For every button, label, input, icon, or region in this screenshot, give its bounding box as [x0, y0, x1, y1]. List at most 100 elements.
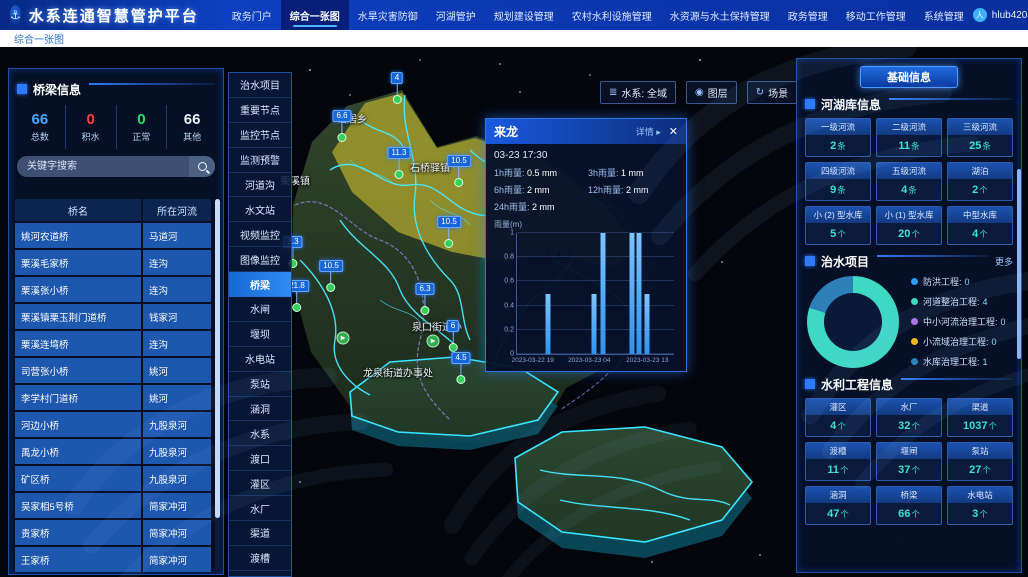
river-name-cell[interactable]: 姚河: [143, 358, 211, 383]
layer-item-水厂[interactable]: 水厂: [229, 496, 291, 521]
nav-item-9[interactable]: 移动工作管理: [837, 0, 915, 30]
bridge-name-cell[interactable]: 姚河农道桥: [15, 223, 141, 248]
table-row[interactable]: 栗溪张小桥连沟: [15, 277, 211, 302]
layer-item-图像监控[interactable]: 图像监控: [229, 247, 291, 272]
table-row[interactable]: 王家桥简家冲河: [15, 547, 211, 572]
river-name-cell[interactable]: 姚河: [143, 385, 211, 410]
card-label: 四级河流: [806, 163, 870, 179]
water-level-marker[interactable]: 4.5: [451, 352, 470, 384]
water-level-marker[interactable]: 6.6: [332, 110, 351, 142]
nav-item-2[interactable]: 综合一张图: [281, 0, 349, 30]
bridge-name-cell[interactable]: 栗溪毛家桥: [15, 250, 141, 275]
bridge-name-cell[interactable]: 吴家相5号桥: [15, 493, 141, 518]
river-name-cell[interactable]: 简家冲河: [143, 493, 211, 518]
layer-item-堰坝[interactable]: 堰坝: [229, 322, 291, 347]
table-row[interactable]: 司营张小桥姚河: [15, 358, 211, 383]
bridge-name-cell[interactable]: 王家桥: [15, 547, 141, 572]
map-control-水系: 全域[interactable]: ≣水系: 全域: [600, 81, 676, 104]
nav-item-3[interactable]: 水旱灾害防御: [349, 0, 427, 30]
river-name-cell[interactable]: 连沟: [143, 250, 211, 275]
layer-item-隧洞[interactable]: 隧洞: [229, 571, 291, 577]
layer-item-渡槽[interactable]: 渡槽: [229, 546, 291, 571]
search-button[interactable]: [189, 156, 215, 177]
bridge-name-cell[interactable]: 河边小桥: [15, 412, 141, 437]
nav-item-5[interactable]: 规划建设管理: [485, 0, 563, 30]
water-level-marker[interactable]: 10.5: [447, 155, 471, 187]
layer-item-涵洞[interactable]: 涵洞: [229, 397, 291, 422]
water-level-marker[interactable]: 6.3: [415, 283, 434, 315]
layer-item-渡口[interactable]: 渡口: [229, 446, 291, 471]
table-row[interactable]: 栗溪毛家桥连沟: [15, 250, 211, 275]
river-name-cell[interactable]: 简家冲河: [143, 547, 211, 572]
table-row[interactable]: 栗溪镇栗玉荆门道桥钱家河: [15, 304, 211, 329]
river-name-cell[interactable]: 九股泉河: [143, 439, 211, 464]
scrollbar-thumb[interactable]: [1017, 169, 1021, 359]
layer-item-视频监控[interactable]: 视频监控: [229, 222, 291, 247]
right-panel-scrollbar[interactable]: [1017, 99, 1021, 562]
bridge-table-scrollbar[interactable]: [215, 199, 220, 570]
river-name-cell[interactable]: 连沟: [143, 331, 211, 356]
table-row[interactable]: 栗溪连塆桥连沟: [15, 331, 211, 356]
layer-item-水电站[interactable]: 水电站: [229, 347, 291, 372]
layer-item-治水项目[interactable]: 治水项目: [229, 73, 291, 98]
river-name-cell[interactable]: 钱家河: [143, 304, 211, 329]
basic-info-badge[interactable]: 基础信息: [860, 66, 958, 88]
water-level-marker[interactable]: 10.5: [437, 216, 461, 248]
map-control-场景[interactable]: ↻场景: [747, 81, 797, 104]
layer-item-监控节点[interactable]: 监控节点: [229, 123, 291, 148]
layer-item-河道沟[interactable]: 河道沟: [229, 173, 291, 198]
scrollbar-thumb[interactable]: [215, 199, 220, 518]
table-row[interactable]: 矿区桥九股泉河: [15, 466, 211, 491]
nav-item-8[interactable]: 政务管理: [779, 0, 837, 30]
bridge-name-cell[interactable]: 栗溪张小桥: [15, 277, 141, 302]
search-input[interactable]: [17, 156, 189, 177]
project-more-link[interactable]: 更多: [995, 255, 1013, 268]
nav-item-1[interactable]: 政务门户: [223, 0, 281, 30]
table-row[interactable]: 禹龙小桥九股泉河: [15, 439, 211, 464]
layer-item-泵站[interactable]: 泵站: [229, 372, 291, 397]
bridge-name-cell[interactable]: 栗溪连塆桥: [15, 331, 141, 356]
layer-item-监测预警[interactable]: 监测预警: [229, 148, 291, 173]
bridge-name-cell[interactable]: 栗溪镇栗玉荆门道桥: [15, 304, 141, 329]
nav-item-6[interactable]: 农村水利设施管理: [563, 0, 661, 30]
bridge-name-cell[interactable]: 禹龙小桥: [15, 439, 141, 464]
river-name-cell[interactable]: 九股泉河: [143, 412, 211, 437]
layer-item-重要节点[interactable]: 重要节点: [229, 98, 291, 123]
user-menu[interactable]: 人 hlub42080261 ∨: [973, 8, 1028, 22]
popup-detail-link[interactable]: 详情 ▸: [636, 125, 661, 138]
bridge-name-cell[interactable]: 矿区桥: [15, 466, 141, 491]
water-level-marker[interactable]: 11.3: [388, 147, 411, 179]
layer-item-水文站[interactable]: 水文站: [229, 197, 291, 222]
river-name-cell[interactable]: 马道河: [143, 223, 211, 248]
river-name-cell[interactable]: 九股泉河: [143, 466, 211, 491]
river-name-cell[interactable]: 简家冲河: [143, 520, 211, 545]
layer-item-渠道[interactable]: 渠道: [229, 521, 291, 546]
close-icon[interactable]: ✕: [669, 125, 678, 138]
layer-item-灌区[interactable]: 灌区: [229, 471, 291, 496]
river-section-title: 河湖库信息: [821, 96, 881, 113]
camera-marker-icon[interactable]: ▶: [337, 332, 350, 345]
river-name-cell[interactable]: 连沟: [143, 277, 211, 302]
breadcrumb[interactable]: 综合一张图: [14, 31, 64, 46]
bridge-name-cell[interactable]: 李学村门道桥: [15, 385, 141, 410]
table-row[interactable]: 李学村门道桥姚河: [15, 385, 211, 410]
camera-marker-icon[interactable]: ▶: [427, 335, 440, 348]
bridge-name-cell[interactable]: 贵家桥: [15, 520, 141, 545]
water-level-marker[interactable]: 10.5: [319, 260, 343, 292]
layer-item-桥梁[interactable]: 桥梁: [229, 272, 291, 297]
table-row[interactable]: 姚河农道桥马道河: [15, 223, 211, 248]
bridge-panel-title: 桥梁信息: [33, 81, 81, 98]
marker-value: 6: [447, 320, 459, 332]
table-row[interactable]: 吴家相5号桥简家冲河: [15, 493, 211, 518]
layer-item-水闸[interactable]: 水闸: [229, 297, 291, 322]
water-level-marker[interactable]: 4: [391, 72, 403, 104]
layer-item-水系[interactable]: 水系: [229, 421, 291, 446]
nav-item-10[interactable]: 系统管理: [915, 0, 973, 30]
water-level-marker[interactable]: 6: [447, 320, 459, 352]
nav-item-7[interactable]: 水资源与水土保持管理: [661, 0, 779, 30]
table-row[interactable]: 贵家桥简家冲河: [15, 520, 211, 545]
table-row[interactable]: 河边小桥九股泉河: [15, 412, 211, 437]
nav-item-4[interactable]: 河湖管护: [427, 0, 485, 30]
bridge-name-cell[interactable]: 司营张小桥: [15, 358, 141, 383]
map-control-图层[interactable]: ◉图层: [686, 81, 737, 104]
